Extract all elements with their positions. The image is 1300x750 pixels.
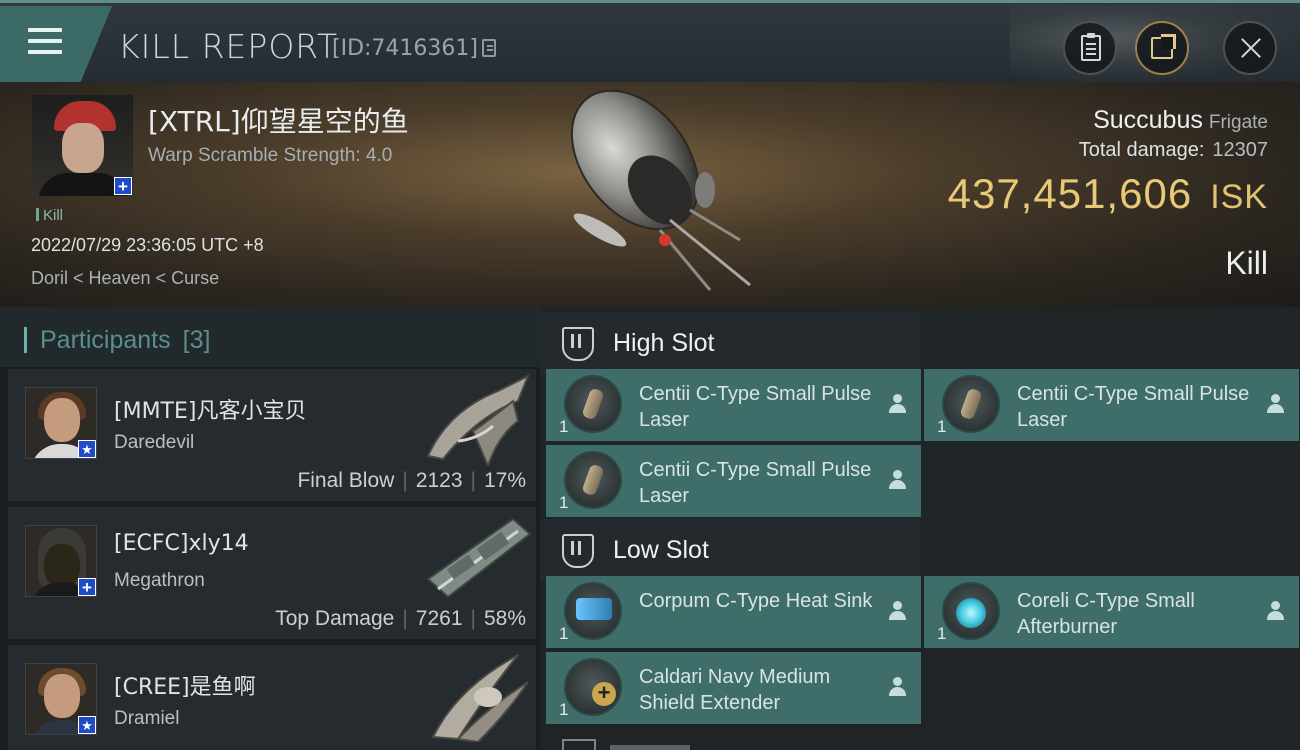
total-damage: Total damage: 12307 (1078, 139, 1268, 161)
participant-avatar[interactable]: + (25, 525, 97, 597)
laser-icon (942, 375, 1000, 433)
module-quantity: 1 (937, 417, 947, 436)
victim-ship-image (570, 90, 751, 291)
module-item[interactable]: 1 Caldari Navy Medium Shield Extender (546, 652, 921, 724)
isk-value: 437,451,606 ISK (947, 170, 1268, 217)
fitting-panel: High Slot 1 Centii C-Type Small Pulse La… (540, 307, 1300, 750)
close-icon (1241, 38, 1261, 58)
participant-name[interactable]: [ECFC]xly14 (114, 531, 249, 556)
low-slot-label: Low Slot (613, 536, 709, 564)
kill-id: [ID:7416361] (332, 36, 478, 61)
high-slot-label: High Slot (613, 329, 715, 357)
module-name: Coreli C-Type Small Afterburner (1017, 590, 1195, 638)
copy-id-icon[interactable] (482, 39, 496, 57)
participants-panel: Participants [3] ★ [MMTE]凡客小宝贝 Daredevil … (0, 307, 540, 750)
participant-name[interactable]: [MMTE]凡客小宝贝 (114, 393, 306, 425)
high-slot-header: High Slot (540, 312, 920, 374)
participant-ship: Dramiel (114, 708, 180, 729)
participant-stats: Top Damage | 7261 | 58% (275, 607, 526, 630)
module-name: Centii C-Type Small Pulse Laser (1017, 383, 1250, 431)
module-name: Centii C-Type Small Pulse Laser (639, 383, 872, 431)
participants-header: Participants [3] (0, 307, 540, 367)
mid-slot-header-partial (560, 739, 760, 750)
participant-stats: Final Blow | 2123 | 17% (297, 469, 526, 492)
module-quantity: 1 (559, 624, 569, 643)
pilot-icon[interactable] (889, 394, 906, 414)
warp-scramble-strength: Warp Scramble Strength: 4.0 (148, 145, 393, 166)
module-quantity: 1 (937, 624, 947, 643)
hamburger-icon (28, 28, 62, 61)
participant-row[interactable]: + [ECFC]xly14 Megathron Top Damage | 7261 |… (8, 507, 536, 639)
close-button[interactable] (1223, 21, 1277, 75)
pilot-icon[interactable] (889, 601, 906, 621)
kill-datetime: 2022/07/29 23:36:05 UTC +8 (31, 235, 264, 255)
module-name: Centii C-Type Small Pulse Laser (639, 459, 872, 507)
star-badge-icon: ★ (78, 716, 96, 734)
module-item[interactable]: 1 Coreli C-Type Small Afterburner (924, 576, 1299, 648)
module-quantity: 1 (559, 417, 569, 436)
pilot-icon[interactable] (889, 677, 906, 697)
module-quantity: 1 (559, 700, 569, 719)
share-icon (1151, 34, 1176, 59)
participant-ship-image (431, 654, 529, 742)
participants-title: Participants [3] (23, 326, 210, 355)
clipboard-icon (1081, 33, 1101, 61)
pilot-icon[interactable] (1267, 394, 1284, 414)
clipboard-button[interactable] (1063, 21, 1117, 75)
share-button[interactable] (1135, 21, 1189, 75)
pilot-icon[interactable] (889, 470, 906, 490)
module-name: Caldari Navy Medium Shield Extender (639, 666, 831, 714)
menu-button[interactable] (0, 6, 112, 82)
victim-banner: + [XTRL]仰望星空的鱼 Warp Scramble Strength: 4… (0, 82, 1300, 307)
top-bar: KILL REPORT [ID:7416361] (0, 0, 1300, 85)
afterburner-icon (942, 582, 1000, 640)
module-item[interactable]: 1 Centii C-Type Small Pulse Laser (924, 369, 1299, 441)
module-quantity: 1 (559, 493, 569, 512)
laser-icon (564, 451, 622, 509)
low-slot-icon (562, 534, 594, 568)
page-title: KILL REPORT (118, 27, 338, 66)
high-slot-icon (562, 327, 594, 361)
shield-extender-icon (564, 658, 622, 716)
kill-result: Kill (1225, 245, 1268, 281)
participant-ship: Megathron (114, 570, 205, 591)
kill-location: Doril < Heaven < Curse (31, 268, 220, 288)
participant-avatar[interactable]: ★ (25, 387, 97, 459)
module-item[interactable]: 1 Centii C-Type Small Pulse Laser (546, 445, 921, 517)
kill-tag: Kill (36, 207, 63, 224)
laser-icon (564, 375, 622, 433)
participant-row[interactable]: ★ [MMTE]凡客小宝贝 Daredevil Final Blow | 2123 |… (8, 369, 536, 501)
low-slot-header: Low Slot (540, 519, 920, 581)
victim-ship-name: Succubus Frigate (1093, 106, 1268, 134)
participant-row[interactable]: ★ [CREE]是鱼啊 Dramiel (8, 645, 536, 750)
heat-sink-icon (564, 582, 622, 640)
module-item[interactable]: 1 Corpum C-Type Heat Sink (546, 576, 921, 648)
participant-ship-image (426, 373, 530, 466)
victim-name[interactable]: [XTRL]仰望星空的鱼 (148, 100, 409, 140)
plus-badge-icon: + (78, 578, 96, 596)
pilot-icon[interactable] (1267, 601, 1284, 621)
participant-avatar[interactable]: ★ (25, 663, 97, 735)
plus-badge-icon: + (114, 177, 132, 195)
participant-name[interactable]: [CREE]是鱼啊 (114, 669, 256, 701)
module-name: Corpum C-Type Heat Sink (639, 590, 873, 612)
star-badge-icon: ★ (78, 440, 96, 458)
participant-ship-image (426, 517, 532, 599)
module-item[interactable]: 1 Centii C-Type Small Pulse Laser (546, 369, 921, 441)
participant-ship: Daredevil (114, 432, 195, 453)
